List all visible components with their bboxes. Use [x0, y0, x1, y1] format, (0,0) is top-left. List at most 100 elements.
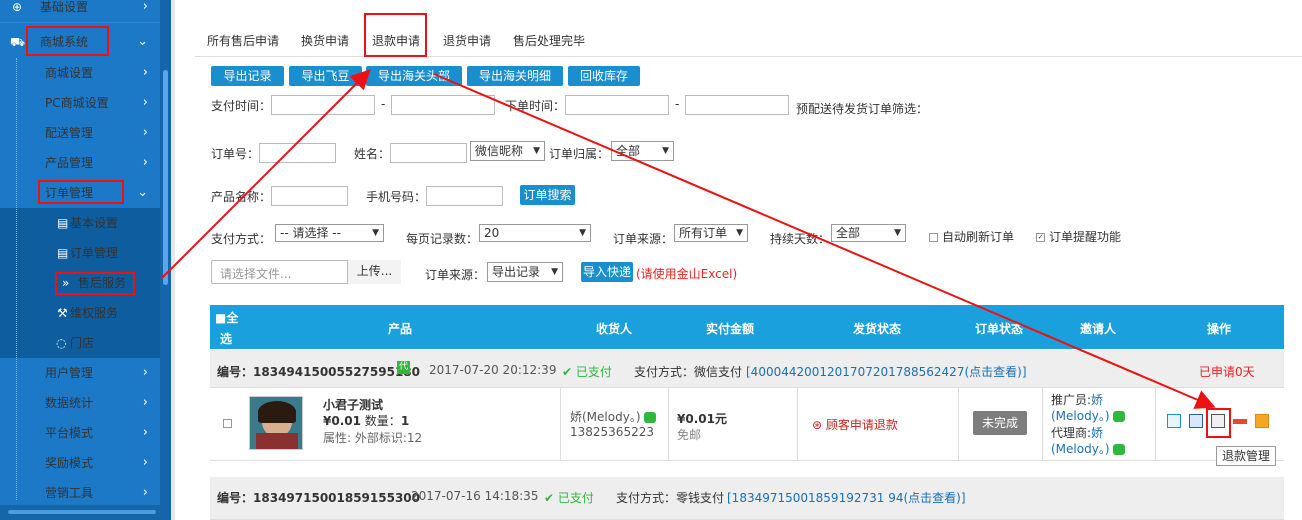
sidebar-subitem-order-management[interactable]: ▤ 订单管理 [0, 238, 160, 268]
keep-days-label: 持续天数： [770, 232, 831, 246]
sidebar-scrollbar-thumb[interactable] [163, 70, 168, 285]
sidebar-item-orders[interactable]: 订单管理 ⌄ [0, 178, 160, 208]
refund-manage-tooltip: 退款管理 [1216, 446, 1276, 466]
sidebar-item-reward-mode[interactable]: 奖励模式 › [0, 448, 160, 478]
order-remind-checkbox[interactable]: ✓ [1036, 233, 1045, 242]
caret-down-icon: ▼ [551, 267, 558, 277]
auto-refresh-label: 自动刷新订单 [942, 230, 1015, 244]
check-circle-icon: ✔ [544, 491, 555, 505]
chevron-right-icon: › [142, 0, 148, 14]
chevron-right-icon: › [142, 95, 148, 110]
order-search-button[interactable]: 订单搜索 [520, 185, 575, 205]
export-customs-header-button[interactable]: 导出海关头部 [366, 66, 462, 86]
wechat-icon[interactable] [1113, 411, 1126, 422]
cart-icon: ⛟ [10, 35, 26, 49]
phone-input[interactable] [426, 186, 503, 206]
sidebar-item-statistics[interactable]: 数据统计 › [0, 388, 160, 418]
order-source-select[interactable]: 所有订单 ▼ [674, 224, 748, 242]
sidebar-item-mall-system[interactable]: ⛟ 商城系统 ⌄ [0, 27, 160, 57]
header-select-all[interactable]: ■全 [215, 309, 238, 326]
chevron-right-icon: › [142, 155, 148, 170]
order-source-label: 订单来源： [613, 232, 674, 246]
order-summary-row: 编号：18349415005527595180 代 2017-07-20 20:… [210, 350, 1284, 388]
caret-down-icon: ▼ [372, 228, 379, 238]
chevron-right-icon: › [142, 455, 148, 470]
wechat-icon[interactable] [644, 412, 657, 423]
chevron-right-icon: › [142, 485, 148, 500]
tab-all-after-sales[interactable]: 所有售后申请 [207, 32, 279, 49]
row-checkbox[interactable] [223, 419, 232, 428]
name-input[interactable] [390, 143, 467, 163]
caret-down-icon: ▼ [736, 228, 743, 238]
export-records-button[interactable]: 导出记录 [211, 66, 284, 86]
promoter-link[interactable]: 娇 [1091, 393, 1103, 407]
sidebar-item-delivery[interactable]: 配送管理 › [0, 118, 160, 148]
sidebar-subitem-store[interactable]: ◌ 门店 [0, 328, 160, 358]
order-owner-select[interactable]: 全部 ▼ [611, 141, 674, 161]
mail-icon[interactable] [1189, 414, 1203, 428]
caret-down-icon: ▼ [662, 146, 669, 156]
per-page-select[interactable]: 20 ▼ [479, 224, 591, 242]
transaction-link[interactable]: [4000442001201707201788562427(点击查看)] [746, 363, 1027, 380]
import-express-button[interactable]: 导入快递 [581, 262, 633, 282]
sidebar-item-basic-settings[interactable]: ⊕ 基础设置 › [0, 0, 160, 22]
sidebar-item-platform-mode[interactable]: 平台模式 › [0, 418, 160, 448]
double-chevron-icon: » [62, 276, 70, 290]
sidebar-item-marketing[interactable]: 营销工具 › [0, 478, 160, 508]
agent-link[interactable]: 娇 [1091, 426, 1103, 440]
caret-down-icon: ▼ [579, 228, 586, 238]
sidebar-subitem-after-sales[interactable]: » 售后服务 [0, 268, 160, 298]
wechat-nick-select[interactable]: 微信昵称 ▼ [470, 141, 545, 161]
product-name[interactable]: 小君子测试 [323, 396, 383, 413]
order-status-badge: 未完成 [973, 411, 1027, 435]
sidebar-h-scrollbar-thumb[interactable] [8, 510, 156, 514]
order-time-label: 下单时间： [505, 99, 566, 113]
sidebar-item-products[interactable]: 产品管理 › [0, 148, 160, 178]
chevron-down-icon: ⌄ [137, 185, 148, 200]
edit-note-icon[interactable] [1167, 414, 1181, 428]
tab-exchange[interactable]: 换货申请 [301, 32, 349, 49]
tab-bar: 所有售后申请 换货申请 退款申请 退货申请 售后处理完毕 [195, 23, 1302, 57]
order-time-start-input[interactable] [565, 95, 669, 115]
tab-return[interactable]: 退货申请 [443, 32, 491, 49]
tab-refund[interactable]: 退款申请 [372, 32, 420, 49]
order-owner-label: 订单归属： [549, 147, 610, 161]
pay-method-select[interactable]: -- 请选择 -- ▼ [275, 224, 384, 242]
agent-badge: 代 [397, 361, 410, 374]
sidebar-subitem-basic-settings[interactable]: ▤ 基本设置 [0, 208, 160, 238]
table-header: ■全 选 产品 收货人 实付金额 发货状态 订单状态 邀请人 操作 [210, 305, 1284, 349]
edit-icon[interactable] [1255, 414, 1269, 428]
sidebar-item-users[interactable]: 用户管理 › [0, 358, 160, 388]
per-page-label: 每页记录数： [406, 232, 479, 246]
table-row: 小君子测试 ¥0.01 数量：1 属性: 外部标识:12 娇(Melody。) … [210, 388, 1284, 461]
recycle-stock-button[interactable]: 回收库存 [568, 66, 640, 86]
sidebar-item-mall-settings[interactable]: 商城设置 › [0, 58, 160, 88]
file-select-input[interactable]: 请选择文件... 上传... [211, 260, 401, 284]
wechat-icon[interactable] [1113, 444, 1126, 455]
tab-after-sales-done[interactable]: 售后处理完毕 [513, 32, 585, 49]
sidebar-item-pc-mall-settings[interactable]: PC商城设置 › [0, 88, 160, 118]
order-time-end-input[interactable] [685, 95, 789, 115]
minus-icon[interactable] [1233, 419, 1247, 424]
sidebar-subitem-rights-service[interactable]: ⚒ 维权服务 [0, 298, 160, 328]
transaction-link[interactable]: [18349715001859192731 94(点击查看)] [727, 489, 966, 506]
product-name-input[interactable] [271, 186, 348, 206]
excel-hint: (请使用金山Excel) [636, 267, 738, 281]
pay-time-end-input[interactable] [391, 95, 495, 115]
keep-days-select[interactable]: 全部 ▼ [831, 224, 906, 242]
upload-button[interactable]: 上传... [347, 260, 401, 284]
clipboard-icon: ▤ [57, 216, 69, 230]
order-no-input[interactable] [259, 143, 336, 163]
export-feidou-button[interactable]: 导出飞豆 [289, 66, 362, 86]
sidebar: ⊕ 基础设置 › ⛟ 商城系统 ⌄ 商城设置 › PC商城设置 › 配送管理 ›… [0, 0, 171, 520]
gavel-icon: ⚒ [57, 306, 68, 320]
pay-time-start-input[interactable] [271, 95, 375, 115]
export-customs-detail-button[interactable]: 导出海关明细 [467, 66, 563, 86]
pay-time-label: 支付时间： [211, 99, 272, 113]
paid-status: ✔ 已支付 [544, 491, 594, 505]
check-circle-icon: ✔ [562, 365, 573, 379]
order-summary-row: 编号：18349715001859155300 2017-07-16 14:18… [210, 477, 1284, 520]
upload-source-select[interactable]: 导出记录 ▼ [487, 262, 563, 282]
refund-manage-icon[interactable] [1211, 414, 1225, 428]
auto-refresh-checkbox[interactable] [929, 233, 938, 242]
